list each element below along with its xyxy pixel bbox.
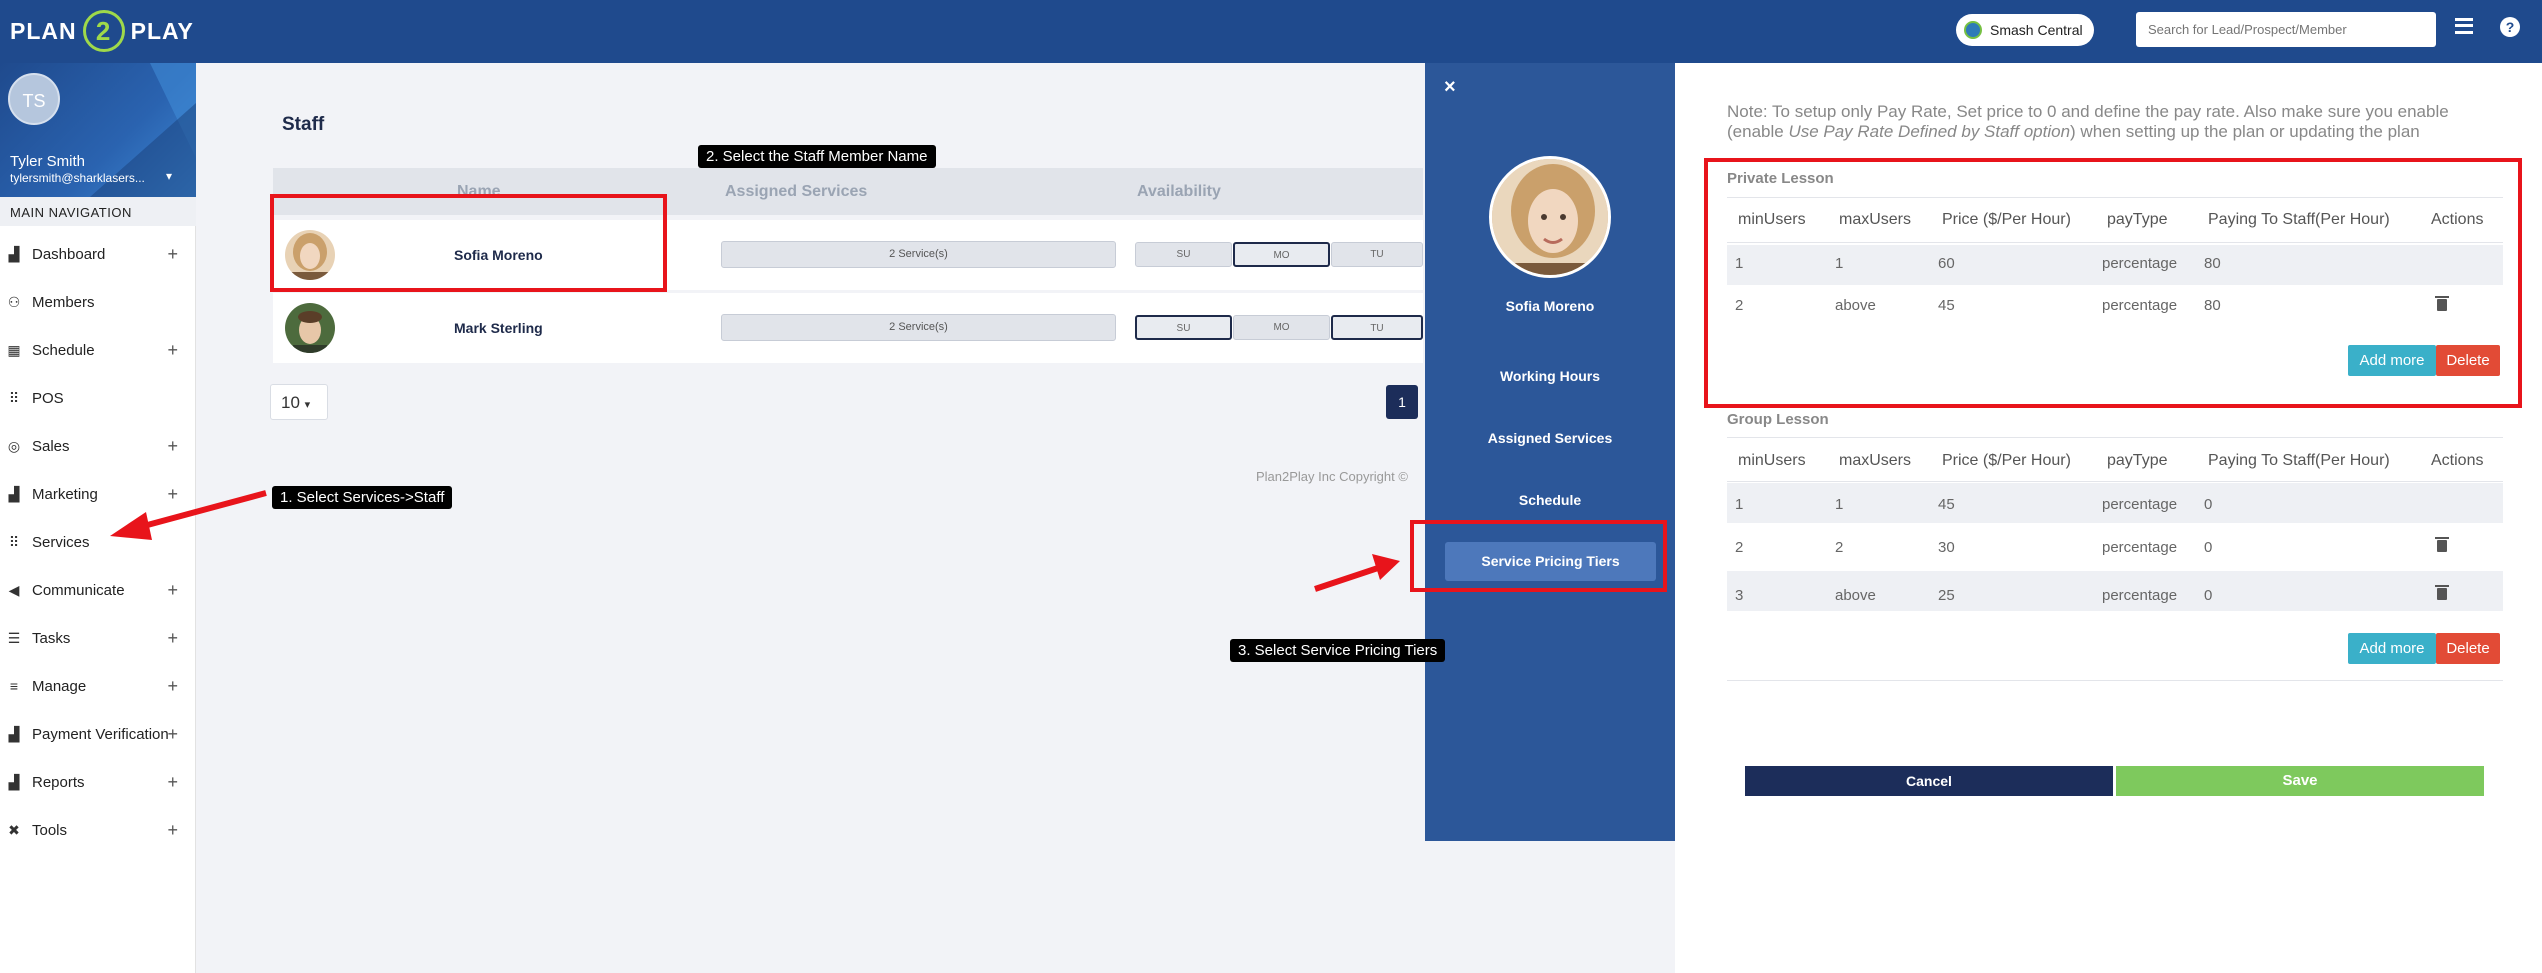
annotation-arrows [110,490,1400,592]
